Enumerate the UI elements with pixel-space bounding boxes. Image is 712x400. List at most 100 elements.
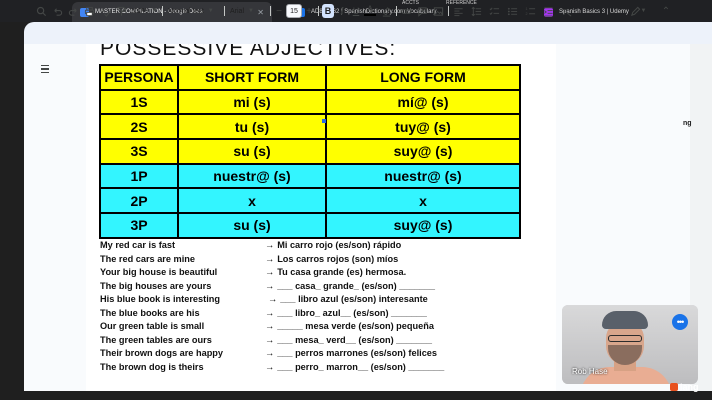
- webcam-name-label: Rob Hase: [572, 367, 608, 376]
- exercise-spanish-text: Mi carro rojo (es/son) rápido: [277, 240, 402, 250]
- tab-udemy[interactable]: Spanish Basics 3 | Udemy: [536, 2, 676, 22]
- outline-icon: [41, 71, 49, 74]
- short-form-cell[interactable]: su (s): [177, 212, 327, 239]
- link-icon[interactable]: [400, 4, 412, 18]
- add-comment-icon[interactable]: [416, 4, 428, 18]
- svg-text:T: T: [562, 7, 567, 16]
- column-header-short-form: SHORT FORM: [177, 64, 327, 91]
- numbered-list-icon[interactable]: 12: [524, 4, 536, 18]
- column-header-persona: PERSONA: [99, 64, 179, 91]
- decrease-font-size-button[interactable]: −: [274, 4, 284, 18]
- exercise-spanish: → ___ perros marrones (es/son) felices: [265, 348, 437, 361]
- arrow-icon: →: [265, 348, 275, 358]
- editing-mode-dropdown[interactable]: ▼: [628, 4, 648, 18]
- increase-font-size-button[interactable]: +: [304, 4, 314, 18]
- exercise-spanish: → Mi carro rojo (es/son) rápido: [265, 240, 401, 253]
- arrow-icon: →: [268, 294, 278, 304]
- line-spacing-icon[interactable]: [470, 4, 482, 18]
- highlight-icon[interactable]: [380, 4, 392, 18]
- spellcheck-icon[interactable]: A: [98, 4, 112, 18]
- exercise-english: My red car is fast: [100, 240, 176, 250]
- arrow-icon: →: [265, 253, 275, 264]
- arrow-icon: →: [265, 361, 275, 372]
- arrow-icon: →: [265, 267, 275, 277]
- long-form-cell[interactable]: tuy@ (s): [325, 113, 521, 141]
- exercise-spanish: → _____ mesa verde (es/son) pequeña: [265, 321, 434, 334]
- exercise-spanish-text: ___ casa_ grande_ (es/son) _______: [277, 280, 436, 291]
- persona-cell[interactable]: 2P: [99, 187, 179, 215]
- undo-icon[interactable]: [50, 4, 64, 18]
- exercise-english: Your big house is beautiful: [100, 267, 218, 277]
- bottom-bar: [0, 391, 712, 400]
- arrow-icon: →: [265, 280, 275, 291]
- exercise-english: The red cars are mine: [100, 253, 195, 264]
- column-header-long-form: LONG FORM: [325, 64, 521, 91]
- exercise-spanish-text: ___ perros marrones (es/son) felices: [277, 348, 438, 358]
- chevron-down-icon: ▼: [248, 8, 254, 14]
- brand-logo-text: lang: [680, 382, 699, 392]
- persona-cell[interactable]: 3P: [99, 212, 179, 239]
- table-row: 1P nuestr@ (s) nuestr@ (s): [99, 162, 521, 190]
- paragraph-style-dropdown[interactable]: Normal text ▼: [168, 4, 222, 18]
- exercise-spanish: → ___ libro_ azul__ (es/son) _______: [265, 308, 427, 321]
- redo-icon[interactable]: [66, 4, 80, 18]
- brand-logo: lang: [670, 381, 708, 393]
- table-cell-handle[interactable]: [322, 119, 326, 123]
- paint-format-icon[interactable]: [114, 4, 128, 18]
- checklist-icon[interactable]: [488, 4, 500, 18]
- table-row: 2S tu (s) tuy@ (s): [99, 113, 521, 141]
- insert-image-icon[interactable]: [432, 4, 444, 18]
- arrow-icon: →: [265, 321, 275, 331]
- persona-cell[interactable]: 2S: [99, 113, 179, 141]
- text-color-button[interactable]: A: [364, 4, 376, 16]
- bulleted-list-icon[interactable]: [506, 4, 518, 18]
- font-size-input[interactable]: 15: [286, 4, 302, 18]
- chevron-down-icon: ▼: [151, 8, 158, 14]
- exercise-spanish: → Tu casa grande (es) hermosa.: [265, 267, 406, 280]
- webcam-overlay: Rob Hase •••: [562, 305, 698, 384]
- short-form-cell[interactable]: mi (s): [177, 88, 327, 116]
- chevron-down-icon: ▼: [207, 8, 214, 14]
- persona-cell[interactable]: 1P: [99, 162, 179, 190]
- short-form-cell[interactable]: tu (s): [177, 113, 327, 141]
- toolbar-divider: [224, 6, 225, 16]
- exercise-spanish: → ___ libro azul (es/son) interesante: [268, 294, 428, 307]
- table-row: 2P x x: [99, 187, 521, 215]
- exercise-spanish-text: ___ libro_ azul__ (es/son) _______: [277, 307, 427, 318]
- search-menus-icon[interactable]: [34, 4, 48, 18]
- table-row: 3P su (s) suy@ (s): [99, 212, 521, 239]
- short-form-cell[interactable]: nuestr@ (s): [177, 162, 327, 190]
- print-icon[interactable]: [82, 4, 96, 18]
- align-icon[interactable]: [452, 4, 464, 18]
- short-form-cell[interactable]: x: [177, 187, 327, 215]
- exercise-spanish: → ___ perro_ marron__ (es/son) _______: [265, 362, 444, 375]
- exercise-english: The green tables are ours: [100, 334, 212, 345]
- long-form-cell[interactable]: mí@ (s): [325, 88, 521, 116]
- indent-icon[interactable]: [542, 4, 554, 18]
- long-form-cell[interactable]: x: [325, 187, 521, 215]
- font-family-value: Arial: [230, 7, 245, 15]
- side-brand-label: ng: [683, 120, 692, 127]
- document-outline-button[interactable]: [37, 62, 53, 76]
- long-form-cell[interactable]: suy@ (s): [325, 138, 521, 165]
- zoom-dropdown[interactable]: 100% ▼: [130, 4, 160, 18]
- arrow-icon: →: [265, 334, 275, 345]
- persona-cell[interactable]: 3S: [99, 138, 179, 165]
- long-form-cell[interactable]: suy@ (s): [325, 212, 521, 239]
- long-form-cell[interactable]: nuestr@ (s): [325, 162, 521, 190]
- svg-text:A: A: [100, 8, 104, 14]
- clear-formatting-icon[interactable]: T: [560, 4, 572, 18]
- short-form-cell[interactable]: su (s): [177, 138, 327, 165]
- toolbar-divider: [318, 6, 319, 16]
- more-options-icon[interactable]: •••: [672, 314, 688, 330]
- exercise-spanish-text: ___ mesa_ verd__ (es/son) _______: [277, 334, 432, 345]
- toolbar-divider: [162, 6, 163, 16]
- underline-button[interactable]: U: [350, 4, 362, 18]
- collapse-menus-icon[interactable]: ⌃: [660, 4, 672, 18]
- persona-cell[interactable]: 1S: [99, 88, 179, 116]
- exercise-spanish: → ___ casa_ grande_ (es/son) _______: [265, 281, 435, 294]
- font-family-dropdown[interactable]: Arial ▼: [230, 4, 268, 18]
- bold-button[interactable]: B: [322, 4, 334, 18]
- exercise-spanish-text: Los carros rojos (son) míos: [277, 253, 399, 264]
- italic-button[interactable]: I: [336, 4, 348, 18]
